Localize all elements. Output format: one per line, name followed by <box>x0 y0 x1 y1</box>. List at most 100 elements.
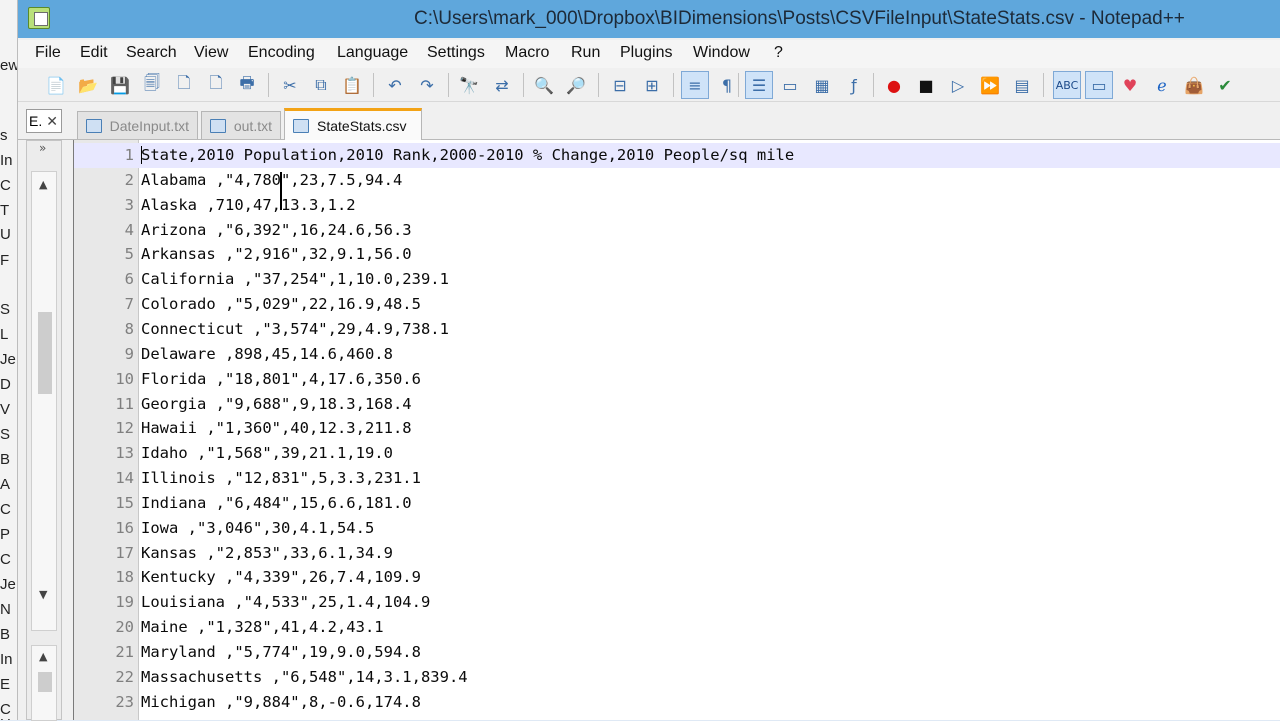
side-panel-tab[interactable]: E. ✕ <box>26 109 62 133</box>
line-text[interactable]: Hawaii ,"1,360",40,12.3,211.8 <box>141 419 412 437</box>
show-all-characters-icon[interactable]: ¶ <box>713 71 741 99</box>
undo-icon[interactable]: ↶ <box>381 71 409 99</box>
heart-icon[interactable]: ♥ <box>1116 71 1144 99</box>
line-text[interactable]: Georgia ,"9,688",9,18.3,168.4 <box>141 395 412 413</box>
line-text[interactable]: Indiana ,"6,484",15,6.6,181.0 <box>141 494 412 512</box>
editor-line[interactable]: 23 Michigan ,"9,884",8,-0.6,174.8 <box>74 690 1280 715</box>
line-text[interactable]: Michigan ,"9,884",8,-0.6,174.8 <box>141 693 421 711</box>
line-text[interactable]: Colorado ,"5,029",22,16.9,48.5 <box>141 295 421 313</box>
find-icon[interactable]: 🔭 <box>455 71 483 99</box>
sync-vertical-icon[interactable]: ⊟ <box>606 71 634 99</box>
document-map-icon[interactable]: ▦ <box>808 71 836 99</box>
copy-icon[interactable]: ⧉ <box>307 71 335 99</box>
internet-explorer-icon[interactable]: ℯ <box>1148 71 1176 99</box>
line-text[interactable]: Maryland ,"5,774",19,9.0,594.8 <box>141 643 421 661</box>
menu-window[interactable]: Window <box>693 44 750 62</box>
notepadpp-app-icon[interactable] <box>28 7 50 29</box>
tab-statestats[interactable]: StateStats.csv <box>284 108 422 140</box>
menu-encoding[interactable]: Encoding <box>248 44 315 62</box>
line-text[interactable]: State,2010 Population,2010 Rank,2000-201… <box>141 146 794 164</box>
menu-plugins[interactable]: Plugins <box>620 44 672 62</box>
scroll-thumb[interactable] <box>38 672 52 692</box>
line-text[interactable]: Florida ,"18,801",4,17.6,350.6 <box>141 370 421 388</box>
close-all-icon[interactable]: 🗋 <box>202 71 230 99</box>
editor-line[interactable]: 19 Louisiana ,"4,533",25,1.4,104.9 <box>74 590 1280 615</box>
menu-macro[interactable]: Macro <box>505 44 549 62</box>
menu-file[interactable]: File <box>35 44 61 62</box>
title-bar[interactable]: C:\Users\mark_000\Dropbox\BIDimensions\P… <box>18 0 1280 38</box>
panel-scrollbar-lower[interactable]: ▲ <box>31 645 57 721</box>
line-text[interactable]: Louisiana ,"4,533",25,1.4,104.9 <box>141 593 430 611</box>
sync-horizontal-icon[interactable]: ⊞ <box>638 71 666 99</box>
checkmark-icon[interactable]: ✔ <box>1211 71 1239 99</box>
bag-icon[interactable]: 👜 <box>1180 71 1208 99</box>
editor-line[interactable]: 22 Massachusetts ,"6,548",14,3.1,839.4 <box>74 665 1280 690</box>
line-text[interactable]: Kansas ,"2,853",33,6.1,34.9 <box>141 544 393 562</box>
line-text[interactable]: Alaska ,710,47,13.3,1.2 <box>141 196 356 214</box>
zoom-in-icon[interactable]: 🔍 <box>530 71 558 99</box>
tab-out[interactable]: out.txt <box>201 111 281 139</box>
line-text[interactable]: Maine ,"1,328",41,4.2,43.1 <box>141 618 384 636</box>
close-panel-icon[interactable]: ✕ <box>46 110 58 132</box>
line-text[interactable]: Massachusetts ,"6,548",14,3.1,839.4 <box>141 668 468 686</box>
menu-run[interactable]: Run <box>571 44 600 62</box>
word-wrap-icon[interactable]: ≡ <box>681 71 709 99</box>
menu-settings[interactable]: Settings <box>427 44 485 62</box>
editor-line[interactable]: 15 Indiana ,"6,484",15,6.6,181.0 <box>74 491 1280 516</box>
menu-help[interactable]: ? <box>774 44 783 62</box>
user-defined-language-icon[interactable]: ▭ <box>776 71 804 99</box>
menu-view[interactable]: View <box>194 44 228 62</box>
line-text[interactable]: Connecticut ,"3,574",29,4.9,738.1 <box>141 320 449 338</box>
line-text[interactable]: Idaho ,"1,568",39,21.1,19.0 <box>141 444 393 462</box>
indent-guide-icon[interactable]: ☰ <box>745 71 773 99</box>
editor-line[interactable]: 18 Kentucky ,"4,339",26,7.4,109.9 <box>74 565 1280 590</box>
replace-icon[interactable]: ⇄ <box>488 71 516 99</box>
close-icon[interactable]: 🗋 <box>170 71 198 99</box>
save-all-icon[interactable]: 🗐 <box>138 71 166 99</box>
cut-icon[interactable]: ✂ <box>276 71 304 99</box>
editor-line[interactable]: 12 Hawaii ,"1,360",40,12.3,211.8 <box>74 416 1280 441</box>
new-file-icon[interactable]: 📄 <box>42 71 70 99</box>
run-macro-multiple-icon[interactable]: ⏩ <box>976 71 1004 99</box>
save-icon[interactable]: 💾 <box>106 71 134 99</box>
line-text[interactable]: California ,"37,254",1,10.0,239.1 <box>141 270 449 288</box>
menu-language[interactable]: Language <box>337 44 408 62</box>
editor-line[interactable]: 17 Kansas ,"2,853",33,6.1,34.9 <box>74 541 1280 566</box>
editor-line[interactable]: 7 Colorado ,"5,029",22,16.9,48.5 <box>74 292 1280 317</box>
editor-line[interactable]: 6 California ,"37,254",1,10.0,239.1 <box>74 267 1280 292</box>
line-text[interactable]: Arizona ,"6,392",16,24.6,56.3 <box>141 221 412 239</box>
editor-line[interactable]: 20 Maine ,"1,328",41,4.2,43.1 <box>74 615 1280 640</box>
redo-icon[interactable]: ↷ <box>413 71 441 99</box>
text-editor[interactable]: 1 State,2010 Population,2010 Rank,2000-20… <box>73 140 1280 720</box>
editor-line[interactable]: 10 Florida ,"18,801",4,17.6,350.6 <box>74 367 1280 392</box>
save-macro-icon[interactable]: ▤ <box>1008 71 1036 99</box>
editor-line[interactable]: 13 Idaho ,"1,568",39,21.1,19.0 <box>74 441 1280 466</box>
line-text[interactable]: Kentucky ,"4,339",26,7.4,109.9 <box>141 568 421 586</box>
line-text[interactable]: Iowa ,"3,046",30,4.1,54.5 <box>141 519 374 537</box>
editor-line[interactable]: 4 Arizona ,"6,392",16,24.6,56.3 <box>74 218 1280 243</box>
stop-recording-icon[interactable]: ■ <box>912 71 940 99</box>
playback-icon[interactable]: ▷ <box>944 71 972 99</box>
scroll-up-arrow-icon[interactable]: ▲ <box>39 178 47 191</box>
record-macro-icon[interactable]: ● <box>880 71 908 99</box>
spell-check-icon[interactable]: ABC <box>1053 71 1081 99</box>
editor-line[interactable]: 21 Maryland ,"5,774",19,9.0,594.8 <box>74 640 1280 665</box>
editor-line[interactable]: 9 Delaware ,898,45,14.6,460.8 <box>74 342 1280 367</box>
menu-search[interactable]: Search <box>126 44 177 62</box>
editor-line[interactable]: 3 Alaska ,710,47,13.3,1.2 <box>74 193 1280 218</box>
print-icon[interactable]: 🖶 <box>233 71 261 99</box>
editor-line[interactable]: 5 Arkansas ,"2,916",32,9.1,56.0 <box>74 242 1280 267</box>
line-text[interactable]: Delaware ,898,45,14.6,460.8 <box>141 345 393 363</box>
line-text[interactable]: Illinois ,"12,831",5,3.3,231.1 <box>141 469 421 487</box>
editor-line[interactable]: 14 Illinois ,"12,831",5,3.3,231.1 <box>74 466 1280 491</box>
scroll-thumb[interactable] <box>38 312 52 394</box>
tab-dateinput[interactable]: DateInput.txt <box>77 111 198 139</box>
function-list-icon[interactable]: ƒ <box>840 71 868 99</box>
editor-line[interactable]: 2 Alabama ,"4,780",23,7.5,94.4 <box>74 168 1280 193</box>
menu-edit[interactable]: Edit <box>80 44 108 62</box>
editor-line[interactable]: 16 Iowa ,"3,046",30,4.1,54.5 <box>74 516 1280 541</box>
line-text[interactable]: Alabama ,"4,780",23,7.5,94.4 <box>141 171 402 189</box>
scroll-down-arrow-icon[interactable]: ▼ <box>39 588 47 601</box>
panel-expand-icon[interactable]: » <box>39 141 46 155</box>
auto-spell-icon[interactable]: ▭ <box>1085 71 1113 99</box>
